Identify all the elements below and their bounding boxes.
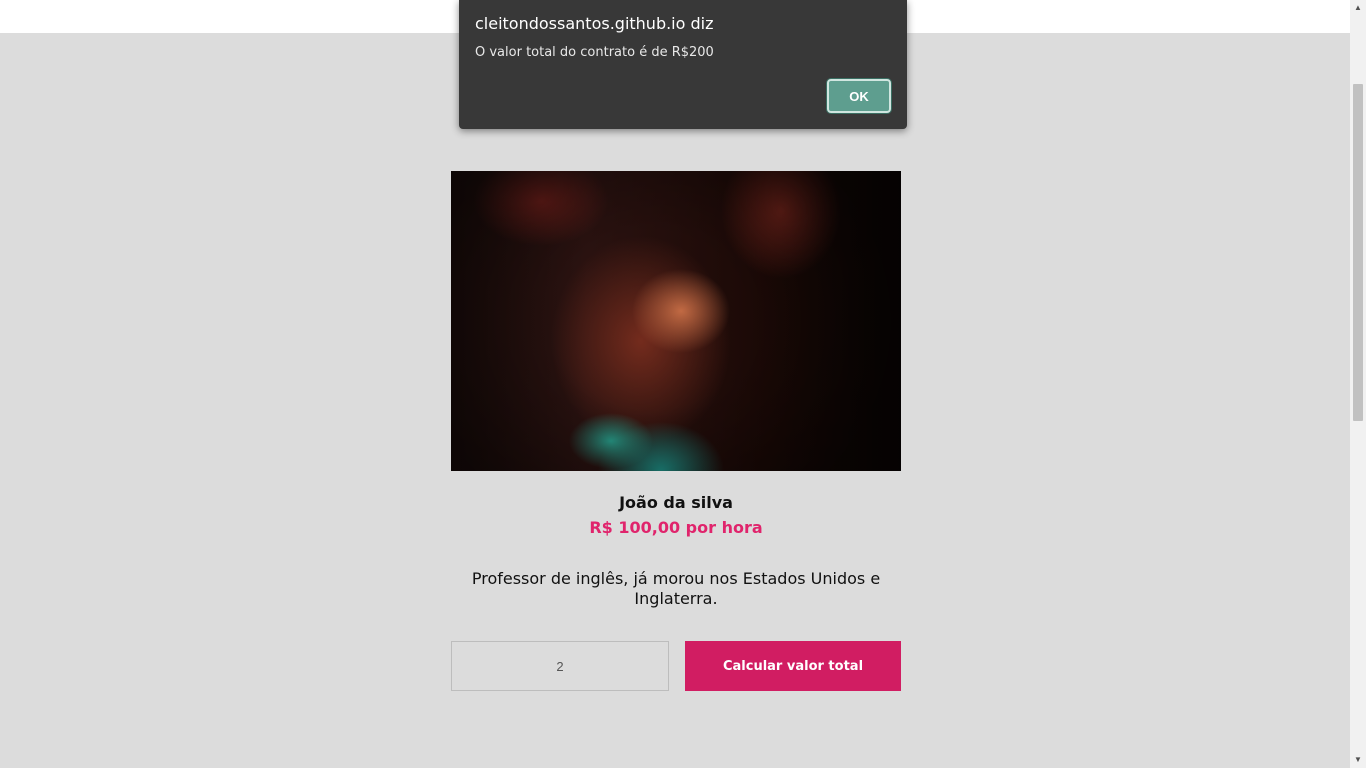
dialog-ok-button[interactable]: OK (827, 79, 891, 113)
tutor-photo (451, 171, 901, 471)
vertical-scrollbar[interactable]: ▲ ▼ (1350, 0, 1366, 768)
tutor-description: Professor de inglês, já morou nos Estado… (471, 569, 881, 608)
dialog-message: O valor total do contrato é de R$200 (475, 45, 714, 60)
scroll-up-icon[interactable]: ▲ (1350, 0, 1366, 16)
scroll-down-icon[interactable]: ▼ (1350, 752, 1366, 768)
tutor-card: João da silva R$ 100,00 por hora Profess… (451, 171, 901, 691)
calculate-total-button[interactable]: Calcular valor total (685, 641, 901, 691)
photo-shade (451, 171, 901, 471)
hours-input[interactable] (451, 641, 669, 691)
calculator: Calcular valor total (451, 641, 901, 691)
tutor-name: João da silva (619, 493, 733, 512)
dialog-title: cleitondossantos.github.io diz (475, 14, 714, 33)
tutor-price: R$ 100,00 por hora (589, 518, 763, 537)
alert-dialog: cleitondossantos.github.io diz O valor t… (459, 0, 907, 129)
scroll-thumb[interactable] (1353, 84, 1363, 421)
